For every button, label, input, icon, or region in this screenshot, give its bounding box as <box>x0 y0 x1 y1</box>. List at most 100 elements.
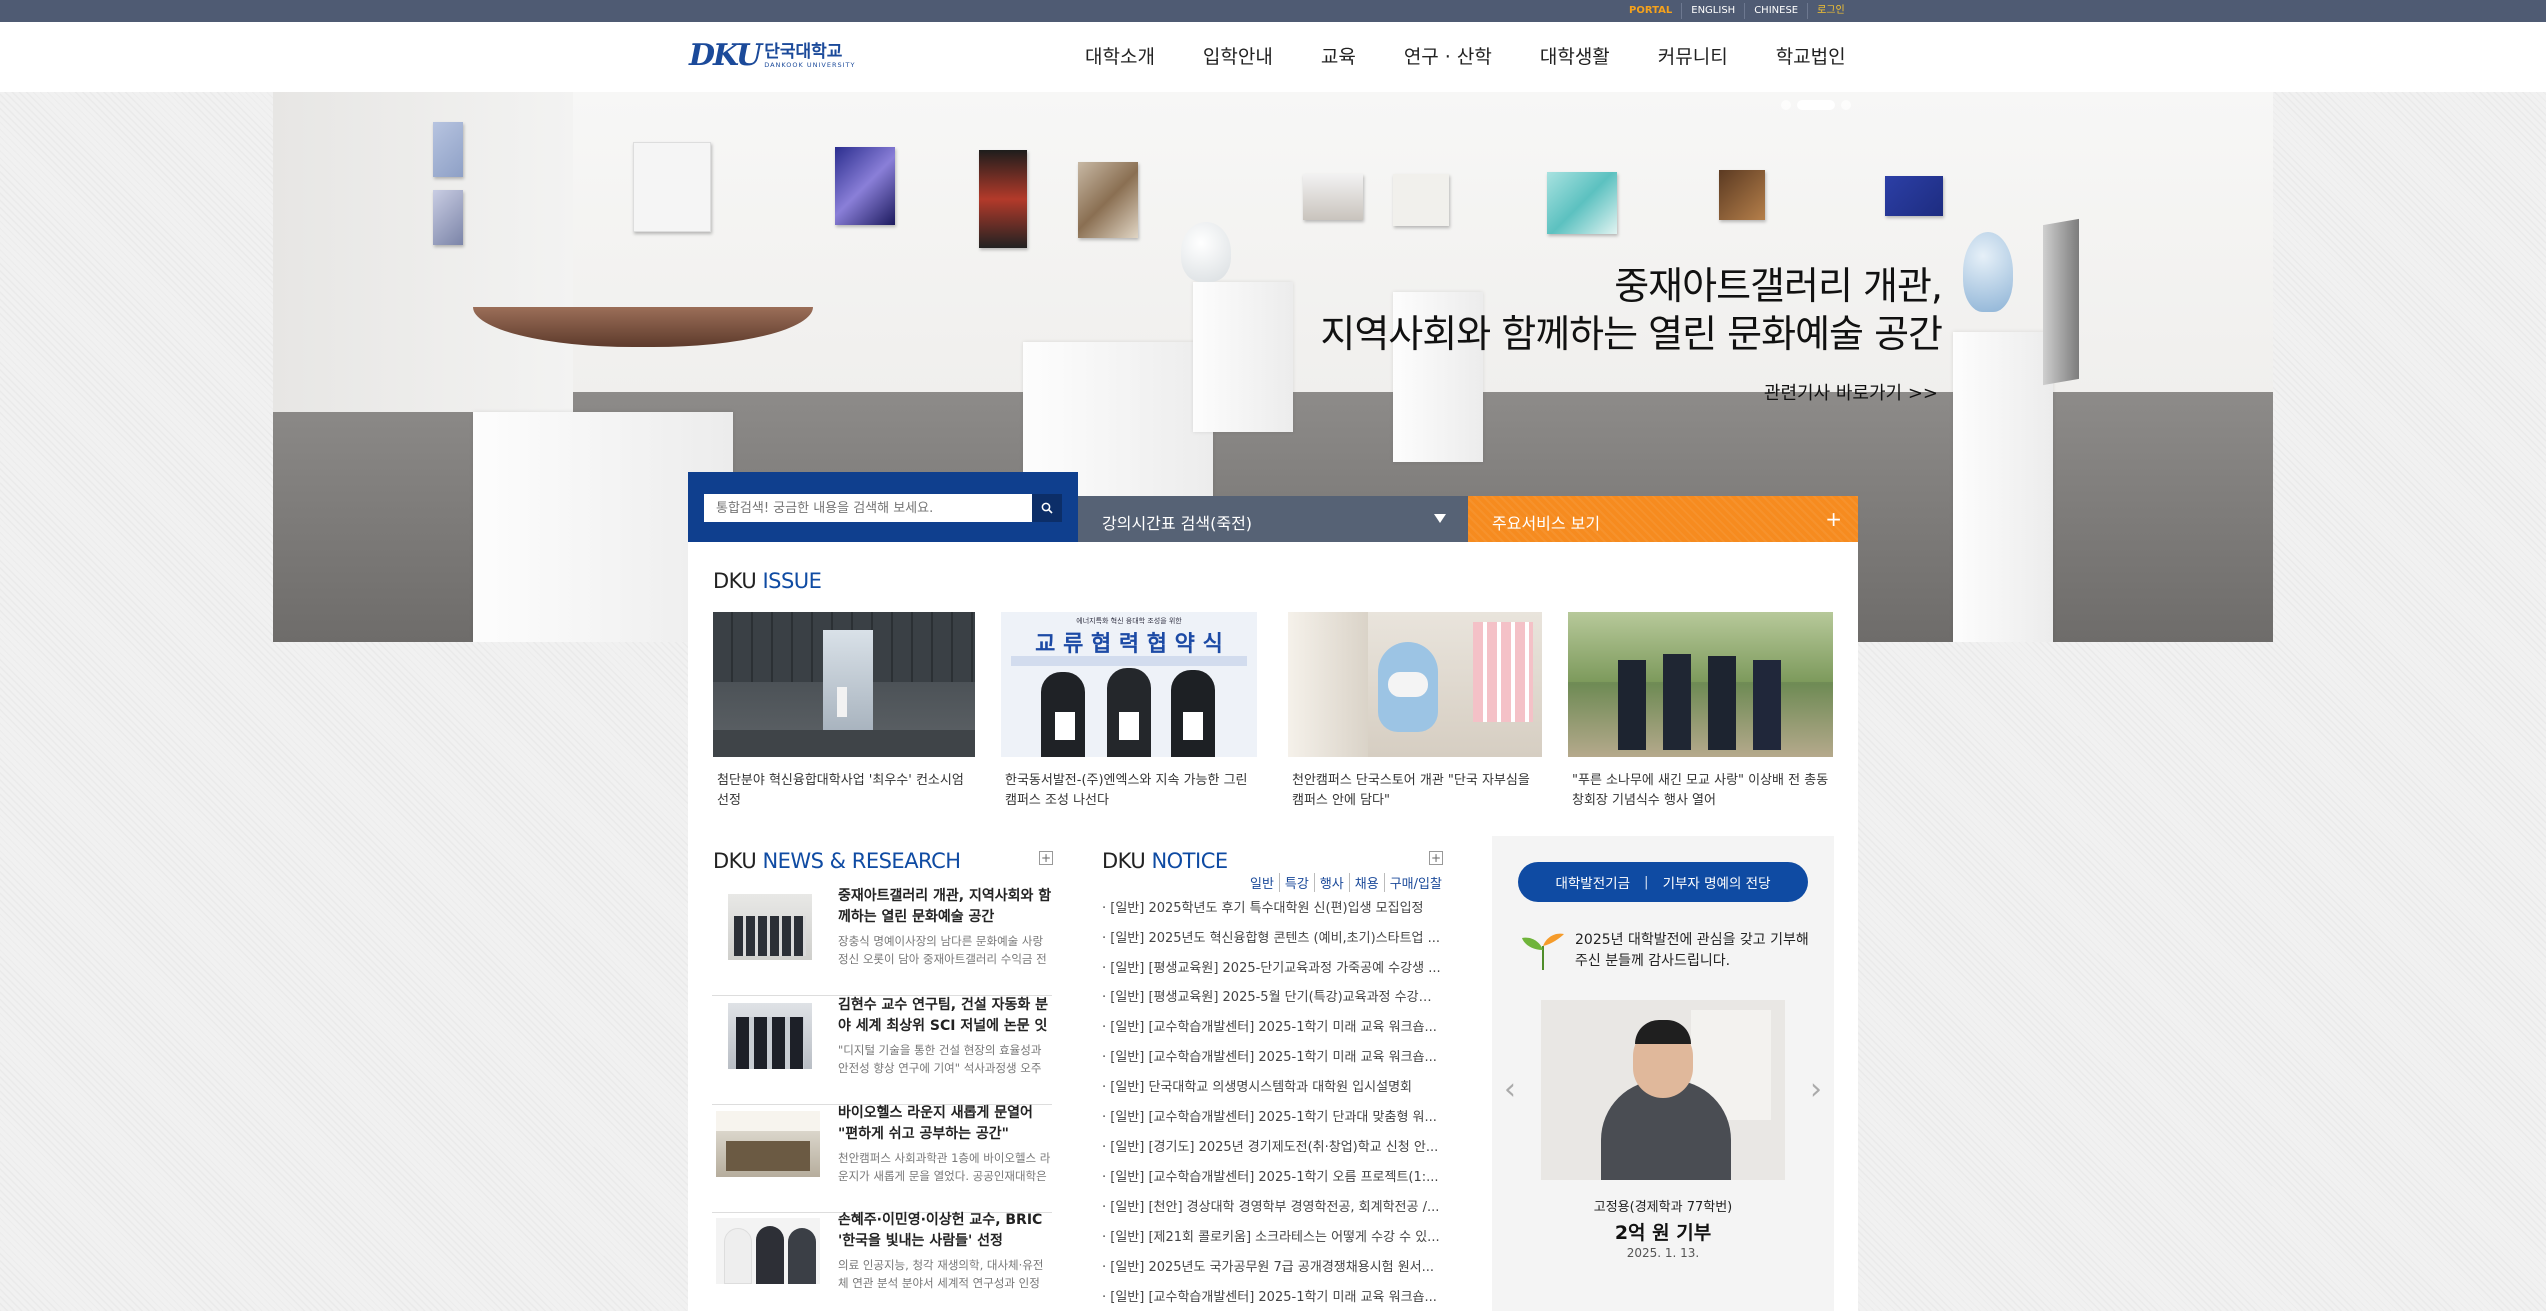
notice-item[interactable]: · [일반] [평생교육원] 2025-5월 단기(특강)교육과정 수강생... <box>1102 988 1442 1008</box>
slide-dot[interactable] <box>1781 100 1791 110</box>
nav-admission[interactable]: 입학안내 <box>1203 42 1273 69</box>
english-link[interactable]: ENGLISH <box>1681 3 1744 19</box>
notice-tab-hiring[interactable]: 채용 <box>1348 873 1384 892</box>
donation-pill: 대학발전기금 | 기부자 명예의 전당 <box>1518 862 1808 902</box>
artwork-4 <box>835 147 895 225</box>
hero-title: 중재아트갤러리 개관, 지역사회와 함께하는 열린 문화예술 공간 <box>1320 262 1943 358</box>
notice-item[interactable]: · [일반] [교수학습개발센터] 2025-1학기 미래 교육 워크숍... <box>1102 1048 1442 1068</box>
issue-title-accent: ISSUE <box>762 569 822 593</box>
news-item-1[interactable]: 중재아트갤러리 개관, 지역사회와 함께하는 열린 문화예술 공간 장충식 명예… <box>712 886 1052 996</box>
search-icon <box>1041 502 1053 514</box>
pill-divider: | <box>1644 874 1649 890</box>
artwork-1 <box>433 122 463 177</box>
notice-tabs: 일반 특강 행사 채용 구매/입찰 <box>1245 873 1447 892</box>
logo-mark: DKU <box>689 38 762 73</box>
artwork-2 <box>433 190 463 245</box>
services-label: 주요서비스 보기 <box>1492 514 1601 533</box>
news-thumb-1 <box>728 894 812 960</box>
notice-item[interactable]: · [일반] [교수학습개발센터] 2025-1학기 오름 프로젝트(1:... <box>1102 1168 1442 1188</box>
notice-tab-lecture[interactable]: 특강 <box>1278 873 1314 892</box>
issue-title: DKU ISSUE <box>713 569 822 593</box>
nav-research[interactable]: 연구 · 산학 <box>1404 42 1492 69</box>
pedestal-3 <box>1193 282 1293 432</box>
search-button[interactable] <box>1032 494 1062 522</box>
issue-card-4[interactable]: "푸른 소나무에 새긴 모교 사랑" 이상배 전 총동창회장 기념식수 행사 열… <box>1568 612 1833 811</box>
lecture-timetable-select[interactable]: 강의시간표 검색(죽전) <box>1078 496 1468 542</box>
hero-title-line1: 중재아트갤러리 개관, <box>1614 264 1943 308</box>
search-input[interactable] <box>704 494 1032 522</box>
hero-article-link[interactable]: 관련기사 바로가기 >> <box>1764 379 1938 405</box>
donor-name: 고정용(경제학과 77학번) <box>1593 1200 1733 1215</box>
news-title: DKU NEWS & RESEARCH <box>713 849 961 873</box>
artwork-5 <box>979 150 1027 248</box>
main-services-button[interactable]: 주요서비스 보기 + <box>1468 496 1858 542</box>
issue-card-2[interactable]: 에너지특화 혁신 융대학 조성을 위한 교 류 협 력 협 약 식 한국동서발전… <box>1001 612 1257 811</box>
login-link[interactable]: 로그인 <box>1807 3 1854 19</box>
donation-date: 2025. 1. 13. <box>1626 1246 1700 1260</box>
sprout-icon <box>1522 933 1564 970</box>
notice-tab-event[interactable]: 행사 <box>1313 873 1349 892</box>
issue-image-2: 에너지특화 혁신 융대학 조성을 위한 교 류 협 력 협 약 식 <box>1001 612 1257 757</box>
plus-icon: + <box>1825 507 1842 531</box>
news-thumb-4 <box>716 1218 820 1284</box>
artwork-6 <box>1078 162 1138 238</box>
artwork-7 <box>1303 174 1363 220</box>
news-item-3[interactable]: 바이오헬스 라운지 새롭게 문열어 "편하게 쉬고 공부하는 공간" 천안캠퍼스… <box>712 1103 1052 1213</box>
issue-image-1 <box>713 612 975 757</box>
nav-campus-life[interactable]: 대학생활 <box>1540 42 1610 69</box>
notice-item[interactable]: · [일반] 단국대학교 의생명시스템학과 대학원 입시설명회 <box>1102 1078 1442 1098</box>
nav-foundation[interactable]: 학교법인 <box>1776 42 1846 69</box>
hall-of-fame-link[interactable]: 기부자 명예의 전당 <box>1663 872 1771 892</box>
news-desc-3: 천안캠퍼스 사회과학관 1층에 바이오헬스 라운지가 새롭게 문을 열었다. 공… <box>838 1151 1051 1183</box>
news-item-2[interactable]: 김현수 교수 연구팀, 건설 자동화 분야 세계 최상위 SCI 저널에 논문 … <box>712 995 1052 1105</box>
dku-logo[interactable]: DKU 단국대학교 DANKOOK UNIVERSITY <box>689 38 855 73</box>
news-title-accent: NEWS & RESEARCH <box>762 849 961 873</box>
notice-tab-purchase[interactable]: 구매/입찰 <box>1383 873 1447 892</box>
utility-links: PORTAL ENGLISH CHINESE 로그인 <box>1620 3 1854 19</box>
notice-item[interactable]: · [일반] [교수학습개발센터] 2025-1학기 미래 교육 워크숍... <box>1102 1288 1442 1308</box>
logo-english: DANKOOK UNIVERSITY <box>764 60 856 69</box>
vase <box>1181 222 1231 282</box>
news-desc-4: 의료 인공지능, 청각 재생의학, 대사체·유전체 연관 분석 분야서 세계적 … <box>838 1258 1044 1290</box>
slide-dot-active[interactable] <box>1797 100 1835 110</box>
issue-banner-text: 교 류 협 력 협 약 식 <box>1035 632 1223 657</box>
slide-dot[interactable] <box>1841 100 1851 110</box>
notice-item[interactable]: · [일반] [평생교육원] 2025-단기교육과정 가죽공예 수강생 ... <box>1102 959 1442 979</box>
news-item-4[interactable]: 손혜주·이민영·이상헌 교수, BRIC '한국을 빛내는 사람들' 선정 의료… <box>712 1210 1052 1311</box>
next-chevron-icon[interactable]: › <box>1810 1072 1822 1107</box>
news-title-3: 바이오헬스 라운지 새롭게 문열어 "편하게 쉬고 공부하는 공간" <box>838 1105 1033 1142</box>
notice-tab-general[interactable]: 일반 <box>1245 873 1279 892</box>
slide-indicator[interactable] <box>1781 100 1851 110</box>
issue-image-4 <box>1568 612 1833 757</box>
nav-education[interactable]: 교육 <box>1321 42 1356 69</box>
prev-chevron-icon[interactable]: ‹ <box>1504 1072 1516 1107</box>
logo-korean: 단국대학교 <box>764 41 843 62</box>
notice-more-icon[interactable]: + <box>1429 851 1443 865</box>
pedestal-5 <box>1953 332 2053 642</box>
chinese-link[interactable]: CHINESE <box>1744 3 1807 19</box>
issue-card-1[interactable]: 첨단분야 혁신융합대학사업 '최우수' 컨소시엄 선정 <box>713 612 975 811</box>
notice-item[interactable]: · [일반] [제21회 콜로키움] 소크라테스는 어떻게 수강 수 있... <box>1102 1228 1442 1248</box>
nav-about[interactable]: 대학소개 <box>1085 42 1155 69</box>
artwork-8 <box>1393 174 1449 226</box>
artwork-11 <box>1885 176 1943 216</box>
notice-item[interactable]: · [일반] 2025년도 혁신융합형 콘텐츠 (예비,초기)스타트업 ... <box>1102 929 1442 949</box>
issue-caption-2: 한국동서발전-(주)엔엑스와 지속 가능한 그린캠퍼스 조성 나선다 <box>1005 773 1248 808</box>
notice-item[interactable]: · [일반] [천안] 경상대학 경영학부 경영학전공, 회계학전공 /... <box>1102 1198 1442 1218</box>
donation-amount: 2억 원 기부 <box>1614 1222 1712 1244</box>
notice-item[interactable]: · [일반] [교수학습개발센터] 2025-1학기 단과대 맞춤형 워... <box>1102 1108 1442 1128</box>
issue-card-3[interactable]: 천안캠퍼스 단국스토어 개관 "단국 자부심을 캠퍼스 안에 담다" <box>1288 612 1542 811</box>
nav-community[interactable]: 커뮤니티 <box>1658 42 1728 69</box>
notice-item[interactable]: · [일반] 2025학년도 후기 특수대학원 신(편)입생 모집입정 <box>1102 899 1442 919</box>
issue-banner-sub: 에너지특화 혁신 융대학 조성을 위한 <box>1076 617 1182 625</box>
notice-item[interactable]: · [일반] [경기도] 2025년 경기제도전(취·창업)학교 신청 안... <box>1102 1138 1442 1158</box>
donation-box: 대학발전기금 | 기부자 명예의 전당 2025년 대학발전에 관심을 갖고 기… <box>1492 836 1834 1311</box>
portal-link[interactable]: PORTAL <box>1620 3 1681 19</box>
notice-item[interactable]: · [일반] [교수학습개발센터] 2025-1학기 미래 교육 워크숍... <box>1102 1018 1442 1038</box>
notice-title: DKU NOTICE <box>1102 849 1228 873</box>
monitor <box>2043 218 2079 386</box>
development-fund-link[interactable]: 대학발전기금 <box>1555 872 1630 892</box>
news-more-icon[interactable]: + <box>1039 851 1053 865</box>
donation-message: 2025년 대학발전에 관심을 갖고 기부해주신 분들께 감사드립니다. <box>1575 932 1809 969</box>
notice-item[interactable]: · [일반] 2025년도 국가공무원 7급 공개경쟁채용시험 원서... <box>1102 1258 1442 1278</box>
